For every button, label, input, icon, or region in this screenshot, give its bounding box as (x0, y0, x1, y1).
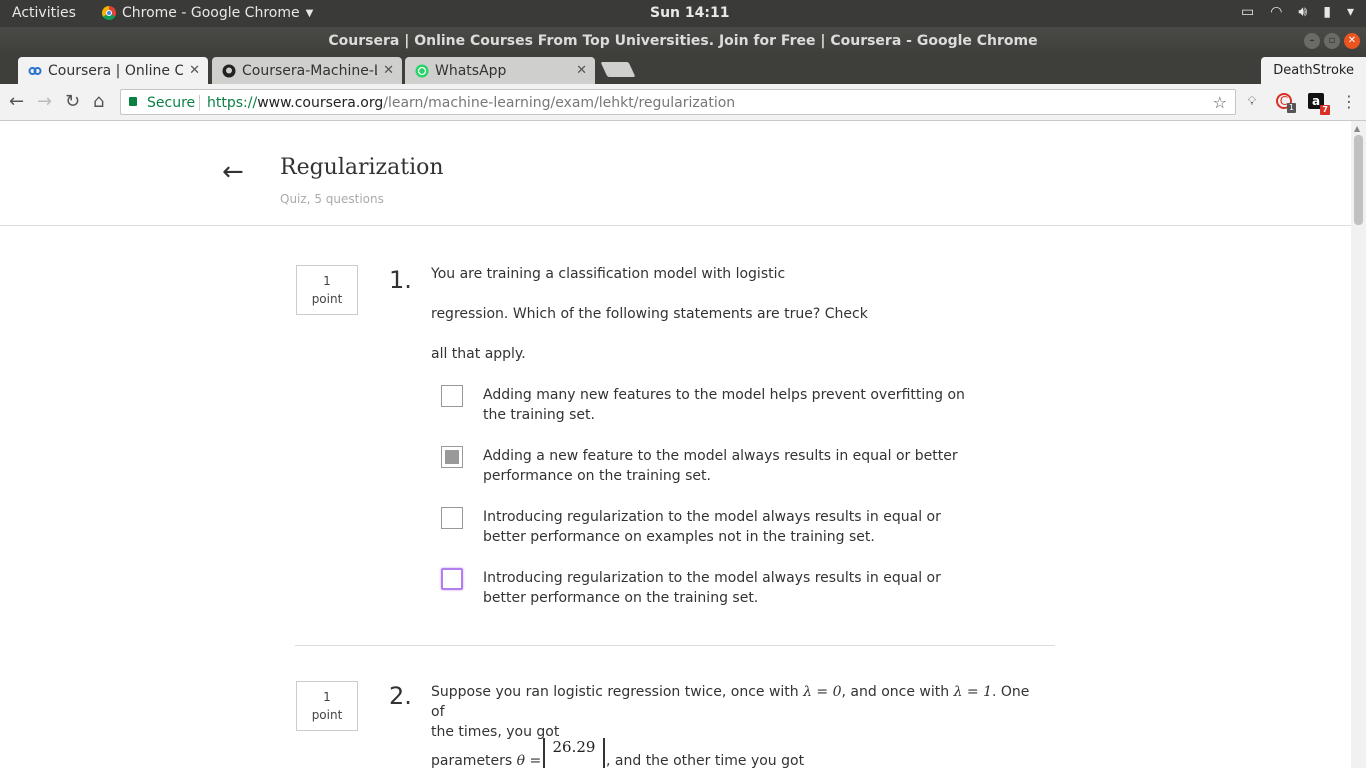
window-title-bar: Coursera | Online Courses From Top Unive… (0, 27, 1366, 55)
display-icon[interactable]: ▭ (1241, 4, 1254, 20)
chevron-down-icon: ▼ (305, 7, 314, 19)
reload-icon[interactable]: ↻ (65, 91, 80, 112)
system-tray[interactable]: ▭ ◠ 🔊︎ ▮ ▾ (1241, 4, 1354, 20)
question-divider (295, 645, 1055, 646)
matrix-entry: 26.29 (552, 738, 596, 756)
option-label[interactable]: Introducing regularization to the model … (483, 568, 983, 608)
wifi-icon[interactable]: ◠ (1270, 4, 1282, 20)
github-icon (222, 64, 236, 77)
question-number: 1. (389, 266, 412, 294)
battery-icon[interactable]: ▮ (1323, 4, 1331, 20)
points-value: 1 (323, 690, 331, 704)
tab-label: Coursera | Online C (48, 62, 184, 79)
extension-badge: 1 (1286, 103, 1296, 113)
question-text-line: all that apply. (431, 346, 526, 362)
math-lambda-one: λ = 1 (953, 684, 992, 700)
amazon-extension-icon[interactable]: a7 (1308, 93, 1330, 115)
profile-button[interactable]: DeathStroke (1261, 57, 1366, 84)
tab-label: WhatsApp (435, 62, 507, 79)
forward-icon[interactable]: → (37, 91, 52, 112)
whatsapp-icon (415, 64, 429, 77)
window-title: Coursera | Online Courses From Top Unive… (328, 33, 1038, 49)
kebab-menu-icon[interactable]: ⋮ (1341, 92, 1357, 111)
question-text-line: , and the other time you got (606, 753, 805, 768)
question-text-part: Suppose you ran logistic regression twic… (431, 684, 804, 700)
volume-icon[interactable]: 🔊︎ (1298, 4, 1307, 20)
math-lambda-zero: λ = 0 (803, 684, 842, 700)
checkbox-checked[interactable] (441, 446, 463, 468)
browser-toolbar: ← → ↻ ⌂ Secure https://www.coursera.org/… (0, 84, 1366, 121)
checkbox[interactable] (441, 385, 463, 407)
page-content: ← Regularization Quiz, 5 questions 1 poi… (0, 121, 1351, 768)
question-text-part: , and once with (841, 684, 954, 700)
option-label[interactable]: Adding a new feature to the model always… (483, 446, 983, 486)
option-label[interactable]: Adding many new features to the model he… (483, 385, 983, 425)
close-tab-icon[interactable]: ✕ (576, 63, 587, 78)
question-text-line: You are training a classification model … (431, 266, 786, 282)
lock-icon (129, 97, 137, 106)
question-number: 2. (389, 682, 412, 710)
math-theta: θ = (516, 753, 542, 768)
quiz-subtitle: Quiz, 5 questions (280, 192, 384, 206)
question-text-part: parameters (431, 753, 517, 768)
question-text-line: regression. Which of the following state… (431, 306, 868, 322)
points-value: 1 (323, 274, 331, 288)
app-menu-label: Chrome - Google Chrome (122, 5, 300, 21)
coursera-icon (28, 66, 42, 75)
points-box: 1 point (296, 681, 358, 731)
activities-button[interactable]: Activities (12, 5, 76, 21)
page-scrollbar[interactable]: ▲ (1351, 121, 1366, 768)
points-unit: point (311, 708, 343, 722)
tab-coursera[interactable]: Coursera | Online C ✕ (18, 57, 208, 84)
app-menu[interactable]: Chrome - Google Chrome ▼ (102, 5, 313, 21)
tab-label: Coursera-Machine-L (242, 62, 378, 79)
back-icon[interactable]: ← (9, 91, 24, 112)
omnibox-separator (199, 95, 200, 111)
quiz-header: ← Regularization Quiz, 5 questions (0, 121, 1351, 226)
url-path: /learn/machine-learning/exam/lehkt/regul… (383, 95, 736, 111)
parameter-matrix: 26.29 (543, 738, 605, 768)
minimize-icon[interactable]: – (1304, 33, 1320, 49)
url-scheme: https:// (207, 95, 258, 111)
back-arrow-icon[interactable]: ← (222, 157, 244, 187)
tab-strip: Coursera | Online C ✕ Coursera-Machine-L… (0, 55, 1366, 84)
tab-github[interactable]: Coursera-Machine-L ✕ (212, 57, 402, 84)
tab-whatsapp[interactable]: WhatsApp ✕ (405, 57, 595, 84)
close-window-icon[interactable]: ✕ (1344, 33, 1360, 49)
checkbox-focused[interactable] (441, 568, 463, 590)
lightbulb-icon[interactable]: 💡︎ (1244, 93, 1260, 109)
extension-badge: 7 (1320, 105, 1330, 115)
secure-label: Secure (147, 95, 196, 111)
url-text[interactable]: https://www.coursera.org/learn/machine-l… (207, 90, 735, 116)
scrollbar-thumb[interactable] (1354, 135, 1363, 225)
maximize-icon[interactable]: ▫ (1324, 33, 1340, 49)
option-label[interactable]: Introducing regularization to the model … (483, 507, 983, 547)
question-text-part: the times, you got (431, 724, 560, 740)
close-tab-icon[interactable]: ✕ (189, 63, 200, 78)
extension-red-icon[interactable]: C1 (1276, 93, 1296, 113)
points-unit: point (311, 292, 343, 306)
home-icon[interactable]: ⌂ (93, 91, 104, 112)
system-top-bar: Activities Chrome - Google Chrome ▼ Sun … (0, 0, 1366, 27)
close-tab-icon[interactable]: ✕ (383, 63, 394, 78)
points-box: 1 point (296, 265, 358, 315)
bookmark-star-icon[interactable]: ☆ (1213, 90, 1227, 116)
page-title: Regularization (280, 155, 444, 180)
address-bar[interactable]: Secure https://www.coursera.org/learn/ma… (120, 89, 1236, 115)
window-controls: – ▫ ✕ (1304, 33, 1360, 49)
system-menu-chevron-icon[interactable]: ▾ (1347, 4, 1354, 20)
chrome-icon (102, 6, 116, 20)
question-text: Suppose you ran logistic regression twic… (431, 682, 1031, 742)
checkbox[interactable] (441, 507, 463, 529)
clock[interactable]: Sun 14:11 (650, 5, 729, 21)
question-text-line: parameters θ = (431, 753, 541, 768)
url-host: www.coursera.org (257, 95, 384, 111)
scroll-up-icon[interactable]: ▲ (1354, 124, 1360, 133)
